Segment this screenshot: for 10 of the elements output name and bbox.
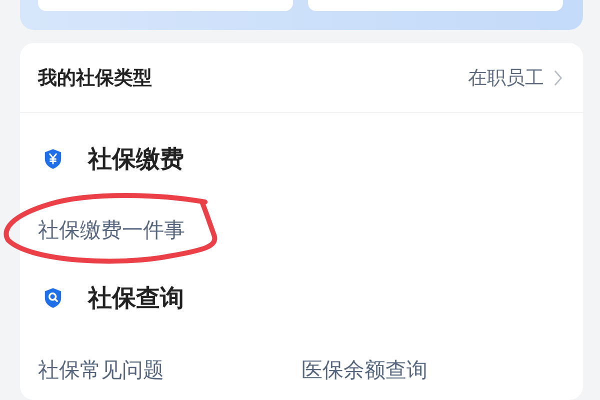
type-link[interactable]: 在职员工 [468, 64, 563, 90]
service-link[interactable]: 医保余额查询 [302, 358, 565, 382]
section-title: 社保查询 [88, 283, 184, 314]
shield-search-icon [44, 287, 62, 309]
section-title: 社保缴费 [88, 144, 184, 175]
chevron-right-icon [554, 70, 563, 86]
section-title: 我的社保类型 [38, 66, 152, 90]
shield-yuan-icon [44, 148, 62, 170]
service-link[interactable]: 社保缴费一件事 [38, 218, 185, 242]
service-link[interactable]: 社保常见问题 [38, 358, 302, 382]
